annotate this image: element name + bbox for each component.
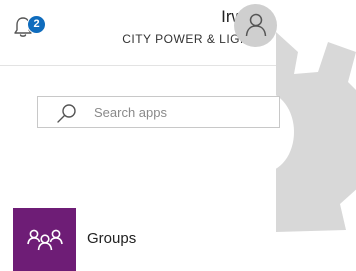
person-icon <box>245 13 267 37</box>
search-box[interactable] <box>37 96 280 128</box>
app-icon-tile <box>13 208 76 271</box>
notifications-button[interactable]: 2 <box>13 13 46 39</box>
app-launcher-panel: 2 Irwin CITY POWER & LIGHT <box>0 0 356 271</box>
user-avatar-button[interactable] <box>234 4 277 47</box>
search-input[interactable] <box>94 101 274 123</box>
groups-icon <box>27 229 63 251</box>
app-label-groups: Groups <box>87 230 137 247</box>
search-icon <box>57 104 76 123</box>
header-divider <box>0 65 276 66</box>
notification-count-badge: 2 <box>27 15 46 34</box>
app-tile-groups[interactable]: Groups <box>13 208 213 271</box>
